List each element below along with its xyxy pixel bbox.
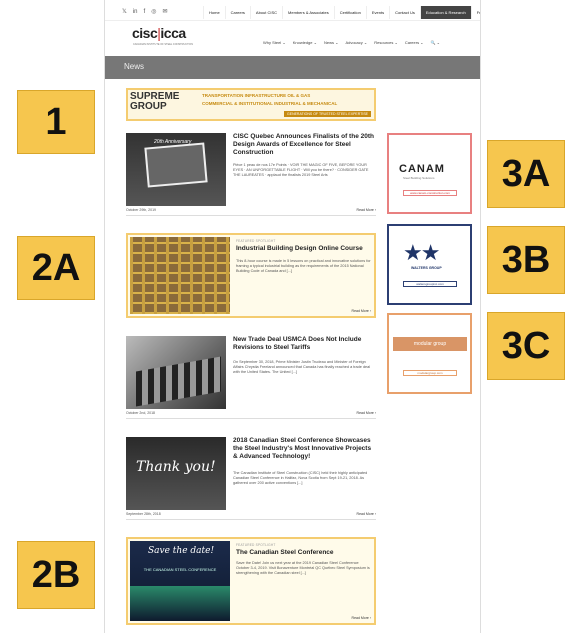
featured-spotlight-card: FEATURED SPOTLIGHT Industrial Building D… — [126, 233, 376, 318]
article-excerpt: Pièce 1 peau de nos 17e Points · VOIR TH… — [233, 163, 369, 178]
callout-2b: 2B — [17, 541, 95, 609]
walters-logo: ★★ — [403, 240, 440, 265]
banner-line-2: COMMERCIAL & INSTITUTIONAL INDUSTRIAL & … — [202, 101, 338, 106]
article-thumbnail[interactable]: 20th Anniversary — [126, 133, 226, 206]
modular-logo: modular group — [393, 337, 467, 351]
article-title[interactable]: 2018 Canadian Steel Conference Showcases… — [233, 437, 376, 461]
article-date: October 29th, 2019 — [126, 208, 156, 212]
top-nav-members[interactable]: Members & Associates — [282, 6, 334, 19]
steel-pipes — [136, 356, 221, 407]
top-nav-home[interactable]: Home — [203, 6, 225, 19]
read-more-link[interactable]: Read More › — [357, 411, 376, 415]
callout-1: 1 — [17, 90, 95, 154]
email-icon[interactable]: ✉ — [162, 8, 167, 16]
top-nav: Home Careers About CISC Members & Associ… — [203, 6, 480, 19]
nav-knowledge[interactable]: Knowledge ⌄ — [293, 40, 317, 45]
read-more-link[interactable]: Read More › — [357, 208, 376, 212]
nav-careers[interactable]: Careers ⌄ — [405, 40, 424, 45]
top-nav-events[interactable]: Events — [365, 6, 389, 19]
thumb-caption: Thank you! — [136, 459, 216, 475]
cisc-logo[interactable]: cisc|icca — [132, 25, 186, 41]
modular-link-button[interactable]: modulargroup.com — [403, 370, 457, 376]
article-excerpt: This 8-hour course is made in 5 lessons … — [236, 259, 371, 274]
instagram-icon[interactable]: ◎ — [151, 8, 156, 16]
top-nav-certification[interactable]: Certification — [333, 6, 366, 19]
page-title: News — [124, 62, 145, 71]
article-card: Thank you! 2018 Canadian Steel Conferenc… — [126, 437, 376, 520]
logo-subtitle: CANADIAN INSTITUTE OF STEEL CONSTRUCTION — [133, 43, 194, 46]
site-header: cisc|icca CANADIAN INSTITUTE OF STEEL CO… — [105, 20, 480, 52]
canam-link-button[interactable]: www.canam-construction.com — [403, 190, 457, 196]
logo-icca: icca — [160, 25, 186, 41]
top-bar: 𝕏 in f ◎ ✉ Home Careers About CISC Membe… — [105, 6, 480, 19]
featured-tag: FEATURED SPOTLIGHT — [236, 543, 276, 547]
top-nav-education[interactable]: Education & Research — [419, 6, 471, 19]
page-title-bar: News — [105, 56, 480, 79]
logo-cisc: cisc — [132, 25, 158, 41]
article-excerpt: On September 30, 2018, Prime Minister Ju… — [233, 360, 371, 375]
callout-3c: 3C — [487, 312, 565, 380]
article-title[interactable]: The Canadian Steel Conference — [236, 549, 372, 557]
article-card: New Trade Deal USMCA Does Not Include Re… — [126, 336, 376, 419]
read-more-link[interactable]: Read More › — [352, 309, 371, 313]
canam-logo: CANAM — [399, 163, 445, 175]
callout-3b: 3B — [487, 226, 565, 294]
canam-subtitle: Steel Building Solutions — [403, 176, 435, 180]
thumb-caption: 20th Anniversary — [154, 139, 192, 145]
sidebar-ad-canam[interactable]: CANAM Steel Building Solutions www.canam… — [387, 133, 472, 214]
featured-spotlight-card: Save the date! THE CANADIAN STEEL CONFER… — [126, 537, 376, 625]
main-nav: Why Steel ⌄ Knowledge ⌄ News ⌄ Advocacy … — [263, 40, 440, 45]
webpage: 𝕏 in f ◎ ✉ Home Careers About CISC Membe… — [104, 0, 481, 633]
read-more-link[interactable]: Read More › — [352, 616, 371, 620]
article-thumbnail[interactable]: Save the date! THE CANADIAN STEEL CONFER… — [130, 541, 230, 621]
banner-line-1: TRANSPORTATION INFRASTRUCTURE OIL & GAS — [202, 93, 311, 98]
banner-brand: SUPREME GROUP — [130, 91, 180, 112]
top-nav-about[interactable]: About CISC — [249, 6, 282, 19]
read-more-link[interactable]: Read More › — [357, 512, 376, 516]
walters-subtitle: WALTERS GROUP — [411, 266, 442, 270]
twitter-icon[interactable]: 𝕏 — [122, 8, 127, 16]
nav-resources[interactable]: Resources ⌄ — [374, 40, 398, 45]
social-links: 𝕏 in f ◎ ✉ — [122, 8, 167, 16]
nav-news[interactable]: News ⌄ — [324, 40, 338, 45]
thumb-subcaption: THE CANADIAN STEEL CONFERENCE — [143, 567, 217, 572]
divider — [126, 215, 376, 216]
photo-frame — [144, 142, 208, 188]
article-title[interactable]: New Trade Deal USMCA Does Not Include Re… — [233, 336, 376, 352]
banner-tagline: GENERATIONS OF TRUSTED STEEL EXPERTISE — [284, 111, 371, 117]
sidebar-ad-modular[interactable]: modular group modulargroup.com — [387, 313, 472, 394]
article-thumbnail[interactable] — [130, 237, 230, 314]
divider — [126, 418, 376, 419]
divider — [126, 519, 376, 520]
article-excerpt: The Canadian Institute of Steel Construc… — [233, 471, 368, 486]
article-title[interactable]: Industrial Building Design Online Course — [236, 245, 372, 253]
callout-3a: 3A — [487, 140, 565, 208]
article-thumbnail[interactable] — [126, 336, 226, 409]
thumb-caption: Save the date! — [148, 546, 215, 556]
article-title[interactable]: CISC Quebec Announces Finalists of the 2… — [233, 133, 376, 157]
nav-why-steel[interactable]: Why Steel ⌄ — [263, 40, 286, 45]
article-excerpt: Save the Date! Join us next year at the … — [236, 561, 370, 576]
featured-tag: FEATURED SPOTLIGHT — [236, 239, 276, 243]
sidebar-ad-walters[interactable]: ★★ WALTERS GROUP waltersgroupinc.com — [387, 224, 472, 305]
article-card: 20th Anniversary CISC Quebec Announces F… — [126, 133, 376, 216]
walters-link-button[interactable]: waltersgroupinc.com — [403, 281, 457, 287]
article-date: September 28th, 2018 — [126, 512, 161, 516]
article-thumbnail[interactable]: Thank you! — [126, 437, 226, 510]
supreme-group-banner-ad[interactable]: SUPREME GROUP TRANSPORTATION INFRASTRUCT… — [126, 88, 376, 121]
search-icon[interactable]: 🔍 ⌄ — [431, 40, 440, 45]
callout-2a: 2A — [17, 236, 95, 300]
top-nav-careers[interactable]: Careers — [224, 6, 250, 19]
linkedin-icon[interactable]: in — [133, 8, 138, 16]
article-date: October 2nd, 2018 — [126, 411, 155, 415]
top-nav-francais[interactable]: Français — [470, 6, 480, 19]
nav-advocacy[interactable]: Advocacy ⌄ — [345, 40, 367, 45]
facebook-icon[interactable]: f — [144, 8, 146, 16]
top-nav-contact[interactable]: Contact Us — [389, 6, 420, 19]
